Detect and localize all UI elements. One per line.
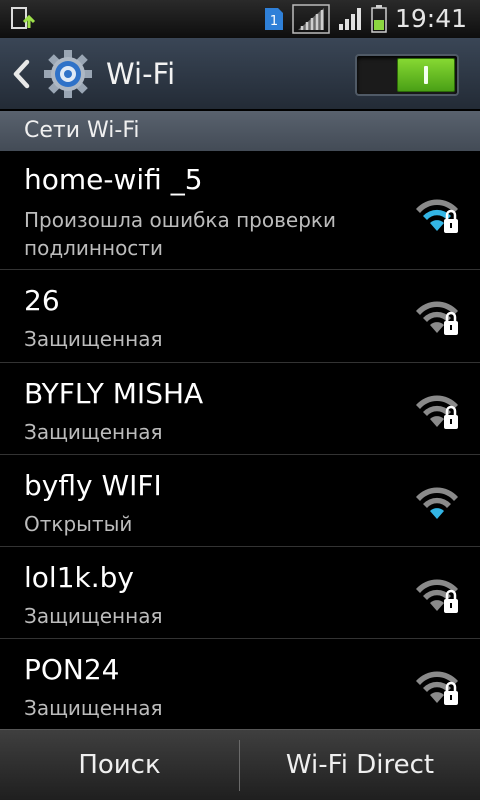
wifi-open-icon (416, 487, 458, 519)
status-bar: 1 19:41 (0, 0, 480, 38)
network-list: home-wifi _5 Произошла ошибка проверки п… (0, 151, 480, 729)
network-name: 26 (24, 284, 60, 317)
network-name: lol1k.by (24, 561, 134, 594)
wifi-master-toggle[interactable] (355, 54, 459, 96)
wifi-secured-icon (416, 301, 458, 335)
network-status: Произошла ошибка проверки подлинности (24, 208, 336, 260)
action-bar: Wi-Fi (0, 38, 480, 110)
section-header: Сети Wi-Fi (0, 111, 480, 151)
wifi-secured-icon (416, 671, 458, 705)
bottom-action-bar: Поиск Wi-Fi Direct (0, 729, 480, 800)
network-name: BYFLY MISHA (24, 377, 204, 410)
network-name: byfly WIFI (24, 469, 162, 502)
wifi-direct-button[interactable]: Wi-Fi Direct (240, 730, 480, 800)
search-button[interactable]: Поиск (0, 730, 239, 800)
settings-gear-icon[interactable] (42, 48, 94, 100)
screen: 1 19:41 Wi-Fi Сети Wi-Fi home-wifi _5 Пр… (0, 0, 480, 800)
back-button[interactable] (0, 38, 42, 110)
toggle-knob (397, 58, 455, 92)
network-status: Защищенная (24, 696, 163, 720)
chevron-left-icon (13, 59, 30, 89)
network-item[interactable]: BYFLY MISHA Защищенная (0, 363, 480, 455)
download-notification-icon (11, 7, 36, 29)
network-name: home-wifi _5 (24, 163, 203, 196)
network-status: Защищенная (24, 420, 163, 444)
network-item[interactable]: PON24 Защищенная (0, 639, 480, 729)
network-item[interactable]: 26 Защищенная (0, 270, 480, 363)
mobile-data-signal-icon (292, 4, 330, 34)
network-status: Защищенная (24, 327, 163, 351)
network-name: PON24 (24, 653, 120, 686)
network-status: Защищенная (24, 604, 163, 628)
network-item[interactable]: byfly WIFI Открытый (0, 455, 480, 547)
sim-card-icon: 1 (263, 6, 285, 32)
network-item[interactable]: lol1k.by Защищенная (0, 547, 480, 639)
network-status: Открытый (24, 512, 133, 536)
wifi-secured-icon (416, 199, 458, 233)
toggle-grip (424, 66, 428, 84)
sim-slot-label: 1 (270, 14, 278, 29)
network-item[interactable]: home-wifi _5 Произошла ошибка проверки п… (0, 151, 480, 270)
wifi-secured-icon (416, 395, 458, 429)
page-title: Wi-Fi (106, 57, 176, 91)
battery-icon (371, 5, 387, 33)
status-time: 19:41 (395, 4, 468, 33)
signal-bars-icon (339, 8, 361, 30)
wifi-secured-icon (416, 579, 458, 613)
